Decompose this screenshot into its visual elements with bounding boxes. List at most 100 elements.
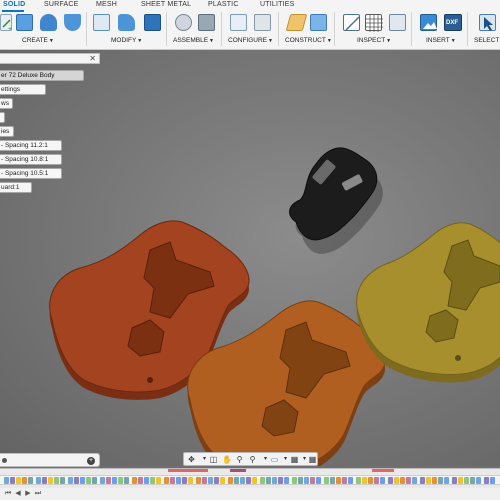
timeline-feature-icon[interactable] bbox=[196, 477, 201, 484]
display-settings-icon[interactable]: ▭ bbox=[270, 455, 279, 464]
dropdown-caret-icon[interactable]: ▾ bbox=[281, 455, 290, 464]
insert-dxf-icon[interactable]: DXF bbox=[444, 14, 462, 31]
timeline-feature-icon[interactable] bbox=[246, 477, 251, 484]
timeline-feature-icon[interactable] bbox=[132, 477, 137, 484]
configure-rule-icon[interactable] bbox=[254, 14, 271, 31]
grid-settings-icon[interactable]: ▦ bbox=[290, 455, 299, 464]
timeline-feature-icon[interactable] bbox=[336, 477, 341, 484]
timeline-feature-icon[interactable] bbox=[92, 477, 97, 484]
timeline-feature-icon[interactable] bbox=[426, 477, 431, 484]
timeline-feature-icon[interactable] bbox=[470, 477, 475, 484]
browser-node-spacing-11-2[interactable]: - Spacing 11.2:1 bbox=[0, 140, 62, 151]
model-scene[interactable] bbox=[0, 50, 500, 466]
timeline-feature-icon[interactable] bbox=[28, 477, 33, 484]
browser-node-bodies[interactable]: ies bbox=[0, 126, 14, 137]
timeline-feature-icon[interactable] bbox=[412, 477, 417, 484]
timeline-end-icon[interactable]: ⏭ bbox=[34, 490, 42, 498]
timeline-feature-icon[interactable] bbox=[118, 477, 123, 484]
timeline-feature-icon[interactable] bbox=[112, 477, 117, 484]
section-analysis-icon[interactable] bbox=[389, 14, 406, 31]
create-menu[interactable]: CREATE▼ bbox=[22, 37, 54, 44]
timeline-feature-icon[interactable] bbox=[368, 477, 373, 484]
timeline-feature-icon[interactable] bbox=[284, 477, 289, 484]
dropdown-caret-icon[interactable]: ▾ bbox=[200, 455, 209, 464]
timeline-feature-icon[interactable] bbox=[374, 477, 379, 484]
pan-icon[interactable]: ✋ bbox=[222, 455, 232, 464]
timeline-feature-icon[interactable] bbox=[68, 477, 73, 484]
browser-node-document-settings[interactable]: ettings bbox=[0, 84, 46, 95]
timeline-feature-icon[interactable] bbox=[380, 477, 385, 484]
timeline-feature-icon[interactable] bbox=[444, 477, 449, 484]
look-at-icon[interactable]: ◫ bbox=[209, 455, 218, 464]
timeline-feature-icon[interactable] bbox=[74, 477, 79, 484]
viewport-canvas[interactable] bbox=[0, 50, 500, 466]
configure-table-icon[interactable] bbox=[230, 14, 247, 31]
timeline-feature-icon[interactable] bbox=[144, 477, 149, 484]
timeline-feature-icon[interactable] bbox=[202, 477, 207, 484]
browser-node-spacing-10-8[interactable]: - Spacing 10.8:1 bbox=[0, 154, 62, 165]
timeline-feature-icon[interactable] bbox=[164, 477, 169, 484]
timeline-feature-icon[interactable] bbox=[292, 477, 297, 484]
close-icon[interactable]: ✕ bbox=[89, 54, 96, 63]
timeline-feature-icon[interactable] bbox=[4, 477, 9, 484]
timeline-feature-icon[interactable] bbox=[138, 477, 143, 484]
timeline-feature-icon[interactable] bbox=[278, 477, 283, 484]
timeline-feature-icon[interactable] bbox=[54, 477, 59, 484]
tab-sheet-metal[interactable]: SHEET METAL bbox=[141, 1, 191, 8]
timeline-feature-icon[interactable] bbox=[420, 477, 425, 484]
timeline-back-icon[interactable]: ◀ bbox=[14, 490, 22, 498]
timeline-feature-icon[interactable] bbox=[310, 477, 315, 484]
orbit-icon[interactable]: ✥ bbox=[187, 455, 196, 464]
timeline-feature-icon[interactable] bbox=[330, 477, 335, 484]
timeline-feature-icon[interactable] bbox=[348, 477, 353, 484]
plus-icon[interactable]: + bbox=[87, 457, 95, 465]
select-menu[interactable]: SELECT▼ bbox=[474, 37, 500, 44]
timeline-feature-icon[interactable] bbox=[48, 477, 53, 484]
timeline-feature-icon[interactable] bbox=[362, 477, 367, 484]
timeline-feature-icon[interactable] bbox=[260, 477, 265, 484]
timeline-feature-icon[interactable] bbox=[266, 477, 271, 484]
hole-icon[interactable] bbox=[64, 14, 81, 31]
timeline-feature-icon[interactable] bbox=[42, 477, 47, 484]
insert-menu[interactable]: INSERT▼ bbox=[426, 37, 456, 44]
timeline-feature-icon[interactable] bbox=[16, 477, 21, 484]
press-pull-icon[interactable] bbox=[93, 14, 110, 31]
timeline-feature-icon[interactable] bbox=[150, 477, 155, 484]
timeline-feature-icon[interactable] bbox=[22, 477, 27, 484]
joint-icon[interactable] bbox=[198, 14, 215, 31]
zoom-icon[interactable]: ⚲ bbox=[235, 455, 244, 464]
pickguard-model[interactable] bbox=[289, 147, 383, 254]
modify-menu[interactable]: MODIFY▼ bbox=[111, 37, 142, 44]
browser-node-root[interactable]: er 72 Deluxe Body bbox=[0, 70, 84, 81]
timeline-feature-icon[interactable] bbox=[452, 477, 457, 484]
timeline-feature-icon[interactable] bbox=[484, 477, 489, 484]
tab-solid[interactable]: SOLID bbox=[3, 1, 25, 8]
timeline-feature-icon[interactable] bbox=[36, 477, 41, 484]
tab-utilities[interactable]: UTILITIES bbox=[260, 1, 294, 8]
shell-icon[interactable] bbox=[144, 14, 161, 31]
timeline-feature-icon[interactable] bbox=[342, 477, 347, 484]
timeline-feature-icon[interactable] bbox=[464, 477, 469, 484]
timeline-play-icon[interactable]: ▶ bbox=[24, 490, 32, 498]
timeline-start-icon[interactable]: ⏮ bbox=[4, 490, 12, 498]
timeline-feature-icon[interactable] bbox=[432, 477, 437, 484]
viewports-icon[interactable]: ▦ bbox=[308, 455, 317, 464]
timeline-feature-icon[interactable] bbox=[208, 477, 213, 484]
fillet-icon[interactable] bbox=[118, 14, 135, 31]
timeline-feature-icon[interactable] bbox=[438, 477, 443, 484]
tab-mesh[interactable]: MESH bbox=[96, 1, 117, 8]
timeline-feature-icon[interactable] bbox=[388, 477, 393, 484]
dropdown-caret-icon[interactable]: ▾ bbox=[261, 455, 270, 464]
timeline-feature-icon[interactable] bbox=[324, 477, 329, 484]
create-sketch-icon[interactable]: + bbox=[0, 14, 12, 33]
tab-surface[interactable]: SURFACE bbox=[44, 1, 78, 8]
browser-node-spacing-10-5[interactable]: - Spacing 10.5:1 bbox=[0, 168, 62, 179]
timeline-feature-icon[interactable] bbox=[106, 477, 111, 484]
zebra-analysis-icon[interactable] bbox=[365, 14, 383, 32]
timeline-feature-icon[interactable] bbox=[356, 477, 361, 484]
timeline-feature-icon[interactable] bbox=[400, 477, 405, 484]
timeline-feature-icon[interactable] bbox=[188, 477, 193, 484]
insert-image-icon[interactable] bbox=[420, 14, 437, 31]
timeline-feature-icon[interactable] bbox=[10, 477, 15, 484]
revolve-icon[interactable] bbox=[40, 14, 57, 31]
